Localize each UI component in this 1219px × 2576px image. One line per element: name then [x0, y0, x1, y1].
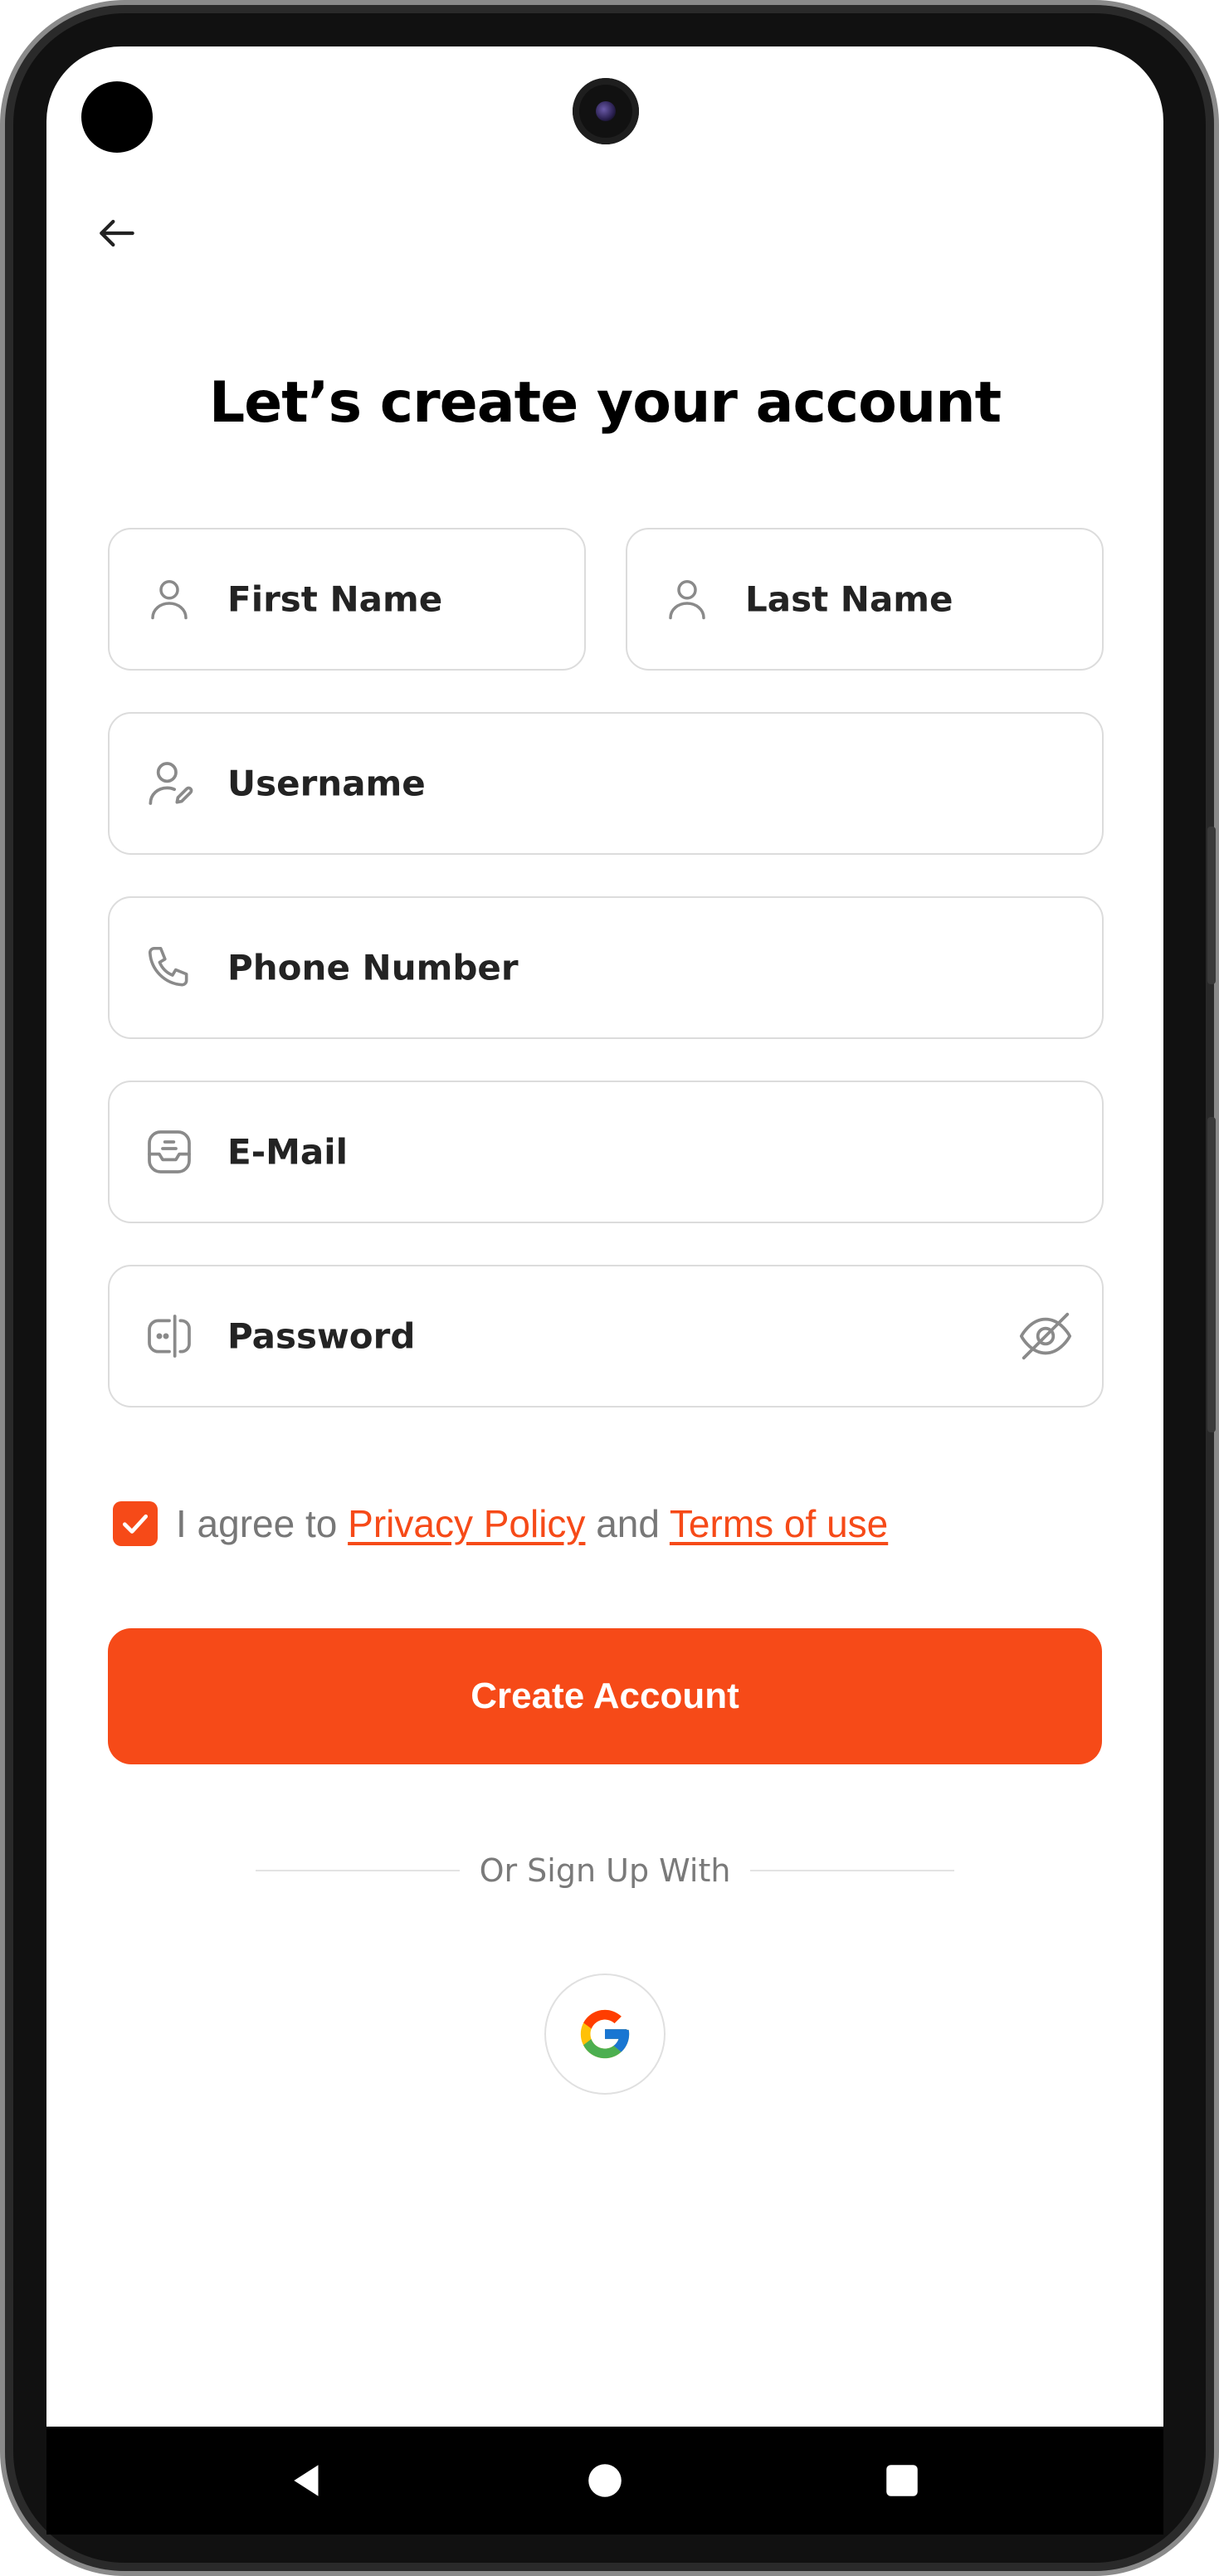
- system-nav-bar: [46, 2427, 1163, 2535]
- agree-checkbox[interactable]: [113, 1501, 158, 1546]
- agree-prefix: I agree to: [176, 1502, 349, 1545]
- camera-cutout: [81, 81, 153, 153]
- create-account-button[interactable]: Create Account: [108, 1628, 1102, 1764]
- volume-button: [1207, 827, 1216, 984]
- nav-back-icon[interactable]: [279, 2452, 337, 2510]
- page-title: Let’s create your account: [208, 370, 1002, 436]
- divider-line-right: [750, 1870, 954, 1871]
- back-button[interactable]: [88, 204, 146, 262]
- password-field[interactable]: Password: [108, 1265, 1104, 1408]
- first-name-field[interactable]: First Name: [108, 528, 586, 671]
- nav-home-icon[interactable]: [576, 2452, 634, 2510]
- email-field[interactable]: E-Mail: [108, 1081, 1104, 1223]
- eye-slash-icon[interactable]: [1014, 1305, 1077, 1368]
- terms-agreement: I agree to Privacy Policy and Terms of u…: [113, 1495, 888, 1552]
- power-button: [1207, 1117, 1216, 1432]
- divider-line-left: [256, 1870, 460, 1871]
- agree-middle: and: [585, 1502, 670, 1545]
- front-camera: [573, 78, 639, 144]
- google-signup-button[interactable]: [544, 1973, 666, 2095]
- social-divider: Or Sign Up With: [256, 1846, 954, 1895]
- username-field[interactable]: Username: [108, 712, 1104, 855]
- checkmark-icon: [122, 1514, 149, 1534]
- terms-of-use-link[interactable]: Terms of use: [670, 1502, 888, 1545]
- last-name-field[interactable]: Last Name: [626, 528, 1104, 671]
- agree-text: I agree to Privacy Policy and Terms of u…: [176, 1501, 888, 1546]
- google-icon: [580, 2009, 630, 2059]
- divider-text: Or Sign Up With: [479, 1852, 731, 1889]
- privacy-policy-link[interactable]: Privacy Policy: [348, 1502, 585, 1545]
- phone-field[interactable]: Phone Number: [108, 896, 1104, 1039]
- app-screen: Let’s create your account First Name Las…: [46, 46, 1163, 2427]
- nav-recents-icon[interactable]: [873, 2452, 931, 2510]
- arrow-left-icon: [100, 219, 134, 247]
